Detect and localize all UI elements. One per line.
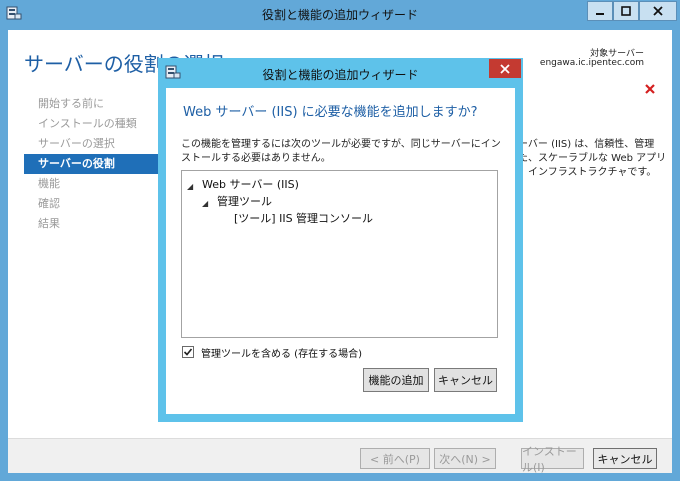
close-icon (500, 63, 510, 74)
wizard-footer: < 前へ(P) 次へ(N) > インストール(I) キャンセル (8, 438, 672, 474)
outer-close-button[interactable] (639, 1, 677, 21)
close-icon (653, 6, 663, 16)
outer-cancel-button[interactable]: キャンセル (593, 448, 657, 469)
include-tools-label: 管理ツールを含める (存在する場合) (201, 348, 362, 360)
include-tools-checkbox[interactable] (182, 346, 194, 358)
add-features-button[interactable]: 機能の追加 (363, 368, 429, 392)
tree-item-web-server[interactable]: Web サーバー (IIS) (202, 177, 299, 193)
dialog-titlebar[interactable]: 役割と機能の追加ウィザード (158, 58, 523, 86)
role-description-line: インフラストラクチャです。 (528, 167, 657, 178)
checkmark-icon (183, 348, 193, 356)
previous-button[interactable]: < 前へ(P) (360, 448, 430, 469)
dialog-cancel-button[interactable]: キャンセル (434, 368, 497, 392)
expand-triangle-icon[interactable]: ◢ (202, 199, 208, 208)
outer-titlebar[interactable]: 役割と機能の追加ウィザード (0, 0, 680, 28)
dialog-body: Web サーバー (IIS) に必要な機能を追加しますか? この機能を管理するに… (166, 88, 515, 414)
role-description: ーバー (IIS) は、信頼性、管理 た、スケーラブルな Web アプリ インフ… (518, 138, 668, 180)
expand-triangle-icon[interactable]: ◢ (187, 182, 193, 191)
outer-window-title: 役割と機能の追加ウィザード (261, 8, 418, 22)
features-tree[interactable]: ◢ Web サーバー (IIS) ◢ 管理ツール [ツール] IIS 管理コンソ… (181, 170, 498, 338)
minimize-button[interactable] (587, 1, 613, 21)
dialog-title: 役割と機能の追加ウィザード (262, 68, 419, 82)
include-tools-row[interactable]: 管理ツールを含める (存在する場合) (182, 344, 362, 360)
dialog-close-button[interactable] (489, 59, 521, 78)
tree-item-management-tools[interactable]: 管理ツール (217, 194, 272, 210)
role-description-line: た、スケーラブルな Web アプリ (518, 153, 667, 164)
next-button[interactable]: 次へ(N) > (434, 448, 496, 469)
target-server-value: engawa.ic.ipentec.com (539, 58, 644, 68)
add-features-dialog: 役割と機能の追加ウィザード Web サーバー (IIS) に必要な機能を追加しま… (158, 58, 523, 422)
dialog-heading: Web サーバー (IIS) に必要な機能を追加しますか? (183, 105, 478, 120)
maximize-button[interactable] (613, 1, 639, 21)
tree-item-iis-console[interactable]: [ツール] IIS 管理コンソール (234, 211, 373, 227)
minimize-icon (596, 13, 604, 15)
maximize-icon (621, 6, 631, 16)
install-button[interactable]: インストール(I) (521, 445, 584, 474)
role-description-line: ーバー (IIS) は、信頼性、管理 (518, 139, 655, 150)
error-icon[interactable] (644, 80, 656, 94)
dialog-description: この機能を管理するには次のツールが必要ですが、同じサーバーにインストールする必要… (181, 139, 501, 164)
